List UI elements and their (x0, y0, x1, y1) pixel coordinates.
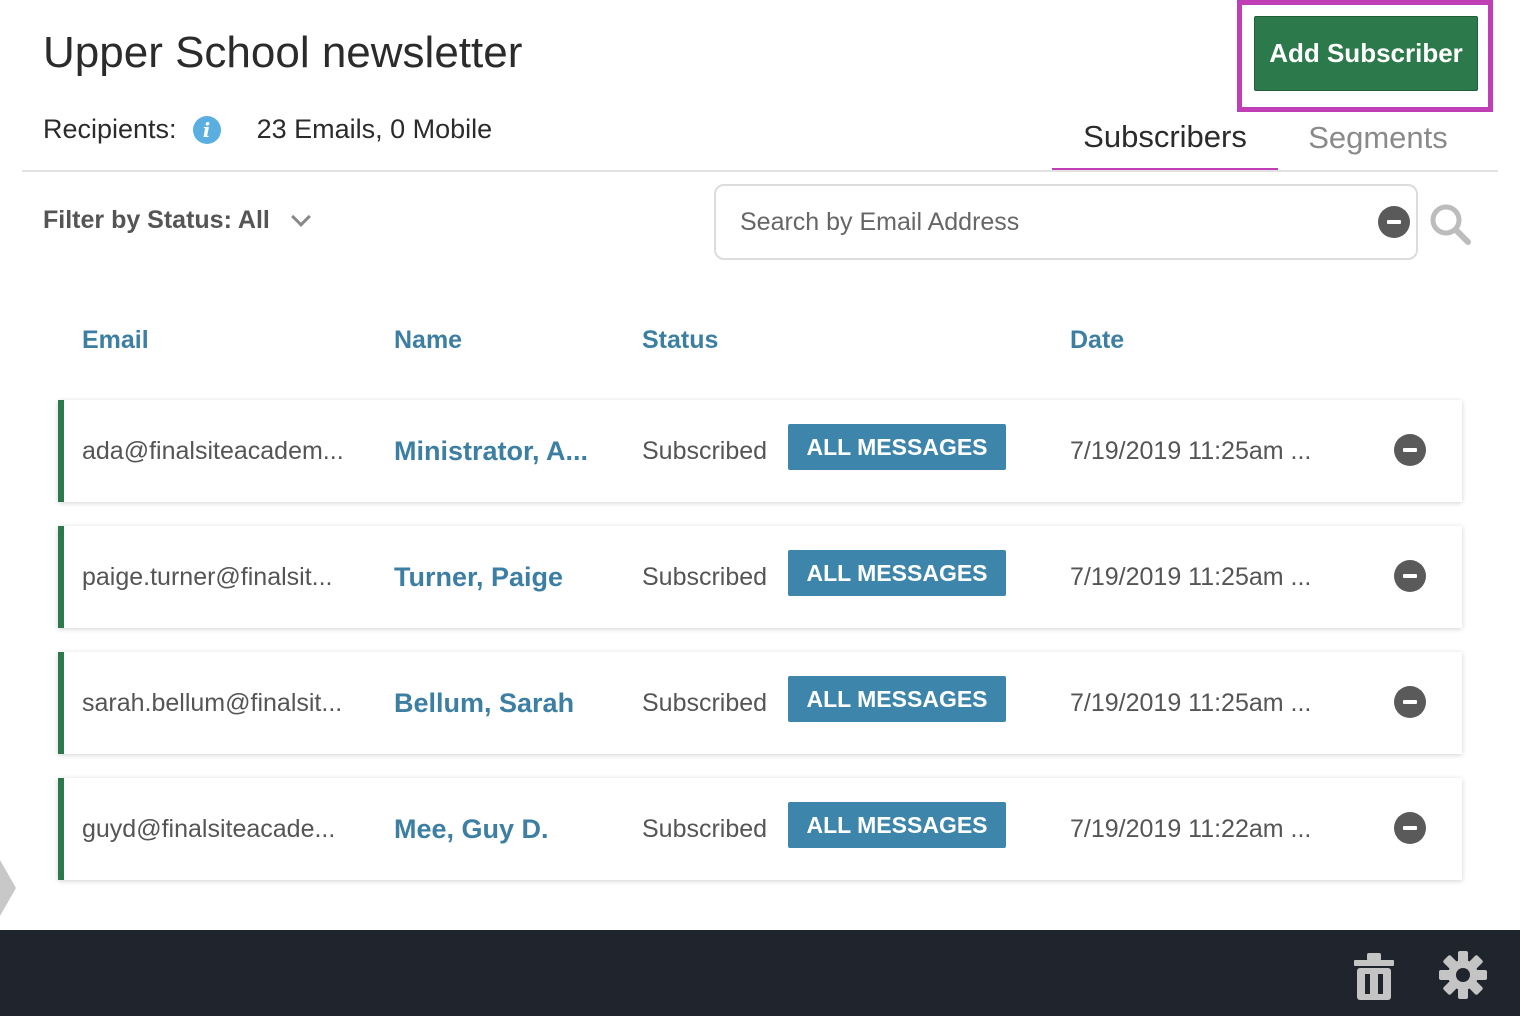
info-icon[interactable]: i (192, 115, 221, 144)
table-row: paige.turner@finalsit... Turner, Paige S… (58, 526, 1462, 628)
row-status: Subscribed (642, 436, 768, 465)
subscription-badge[interactable]: ALL MESSAGES (788, 424, 1006, 470)
row-name-link[interactable]: Turner, Paige (394, 526, 563, 628)
row-email: paige.turner@finalsit... (82, 562, 333, 591)
row-status: Subscribed (642, 562, 768, 591)
row-name-link[interactable]: Mee, Guy D. (394, 778, 549, 880)
remove-subscriber-icon[interactable] (1394, 686, 1426, 718)
page-title: Upper School newsletter (43, 28, 523, 77)
table-row: guyd@finalsiteacade... Mee, Guy D. Subsc… (58, 778, 1462, 880)
table-row: ada@finalsiteacadem... Ministrator, A...… (58, 400, 1462, 502)
recipients-count: 23 Emails, 0 Mobile (256, 114, 493, 144)
remove-subscriber-icon[interactable] (1394, 560, 1426, 592)
subscription-badge[interactable]: ALL MESSAGES (788, 550, 1006, 596)
column-header-date[interactable]: Date (1070, 326, 1124, 355)
status-filter-dropdown[interactable]: Filter by Status: All (43, 206, 311, 235)
recipients-label: Recipients: (43, 114, 177, 144)
search-clear-icon[interactable] (1378, 206, 1410, 238)
row-email: ada@finalsiteacadem... (82, 436, 344, 465)
row-date: 7/19/2019 11:25am ... (1070, 688, 1312, 717)
row-email: guyd@finalsiteacade... (82, 814, 336, 843)
column-header-name[interactable]: Name (394, 326, 462, 355)
column-header-status[interactable]: Status (642, 326, 718, 355)
recipients-summary: Recipients: i 23 Emails, 0 Mobile (43, 114, 492, 145)
chevron-right-icon[interactable] (0, 860, 16, 916)
table-row: sarah.bellum@finalsit... Bellum, Sarah S… (58, 652, 1462, 754)
footer-toolbar (0, 930, 1520, 1016)
row-status: Subscribed (642, 688, 768, 717)
row-status: Subscribed (642, 814, 768, 843)
search-icon[interactable] (1428, 202, 1472, 246)
tab-subscribers[interactable]: Subscribers (1052, 106, 1278, 170)
row-name-link[interactable]: Ministrator, A... (394, 400, 588, 502)
column-header-email[interactable]: Email (82, 326, 149, 355)
tab-segments[interactable]: Segments (1278, 106, 1478, 170)
subscription-badge[interactable]: ALL MESSAGES (788, 676, 1006, 722)
row-email: sarah.bellum@finalsit... (82, 688, 343, 717)
row-name-link[interactable]: Bellum, Sarah (394, 652, 574, 754)
header-divider (22, 170, 1498, 172)
row-date: 7/19/2019 11:25am ... (1070, 436, 1312, 465)
trash-icon[interactable] (1350, 950, 1398, 1002)
status-filter-label: Filter by Status: All (43, 206, 270, 234)
chevron-down-icon (290, 206, 311, 227)
add-subscriber-button[interactable]: Add Subscriber (1254, 16, 1478, 91)
tab-bar: Subscribers Segments (1052, 106, 1478, 170)
row-date: 7/19/2019 11:25am ... (1070, 562, 1312, 591)
row-date: 7/19/2019 11:22am ... (1070, 814, 1312, 843)
gear-icon[interactable] (1438, 950, 1488, 1000)
remove-subscriber-icon[interactable] (1394, 812, 1426, 844)
remove-subscriber-icon[interactable] (1394, 434, 1426, 466)
search-box (714, 184, 1418, 260)
subscription-badge[interactable]: ALL MESSAGES (788, 802, 1006, 848)
search-input[interactable] (740, 207, 1360, 237)
